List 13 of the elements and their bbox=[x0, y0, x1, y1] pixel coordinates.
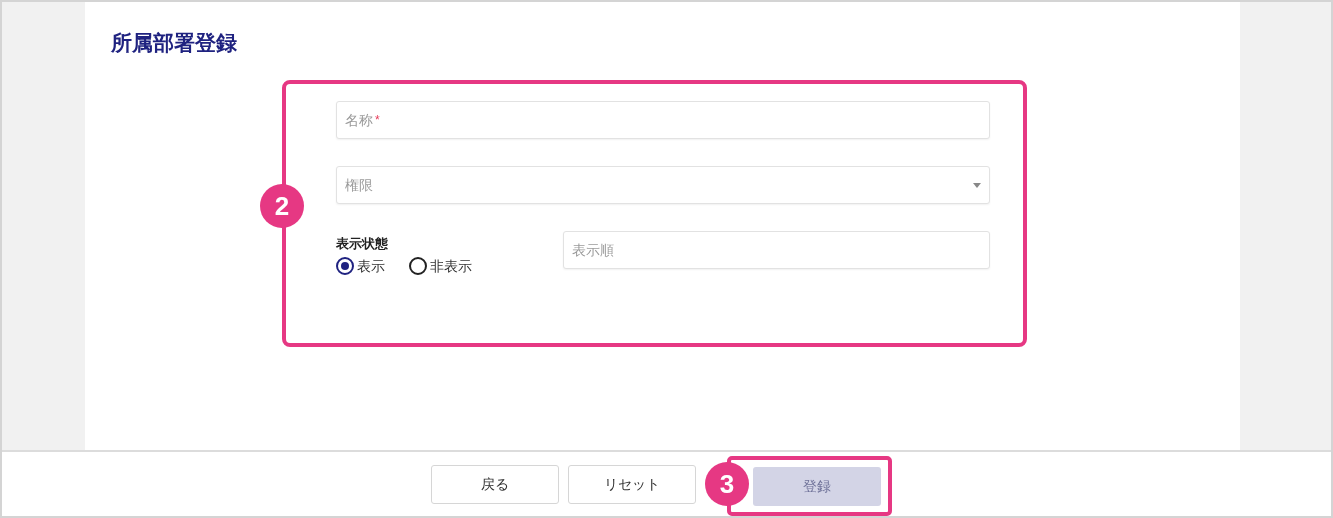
required-mark: * bbox=[375, 112, 380, 129]
display-order-field[interactable]: 表示順 bbox=[563, 231, 990, 269]
callout-number: 3 bbox=[705, 462, 749, 506]
callout-number: 2 bbox=[260, 184, 304, 228]
footer-button[interactable]: 戻る bbox=[431, 464, 559, 504]
field-label: 表示状態 bbox=[336, 235, 389, 253]
field-placeholder: 名称 bbox=[345, 110, 373, 130]
page-title: 所属部署登録 bbox=[110, 30, 238, 56]
radio-option[interactable]: 表示 bbox=[336, 255, 385, 277]
footer-button[interactable]: リセット bbox=[568, 464, 696, 504]
radio-option[interactable]: 非表示 bbox=[409, 255, 472, 277]
name-field[interactable]: 名称* bbox=[336, 101, 990, 139]
dropdown-caret-icon bbox=[973, 182, 981, 188]
